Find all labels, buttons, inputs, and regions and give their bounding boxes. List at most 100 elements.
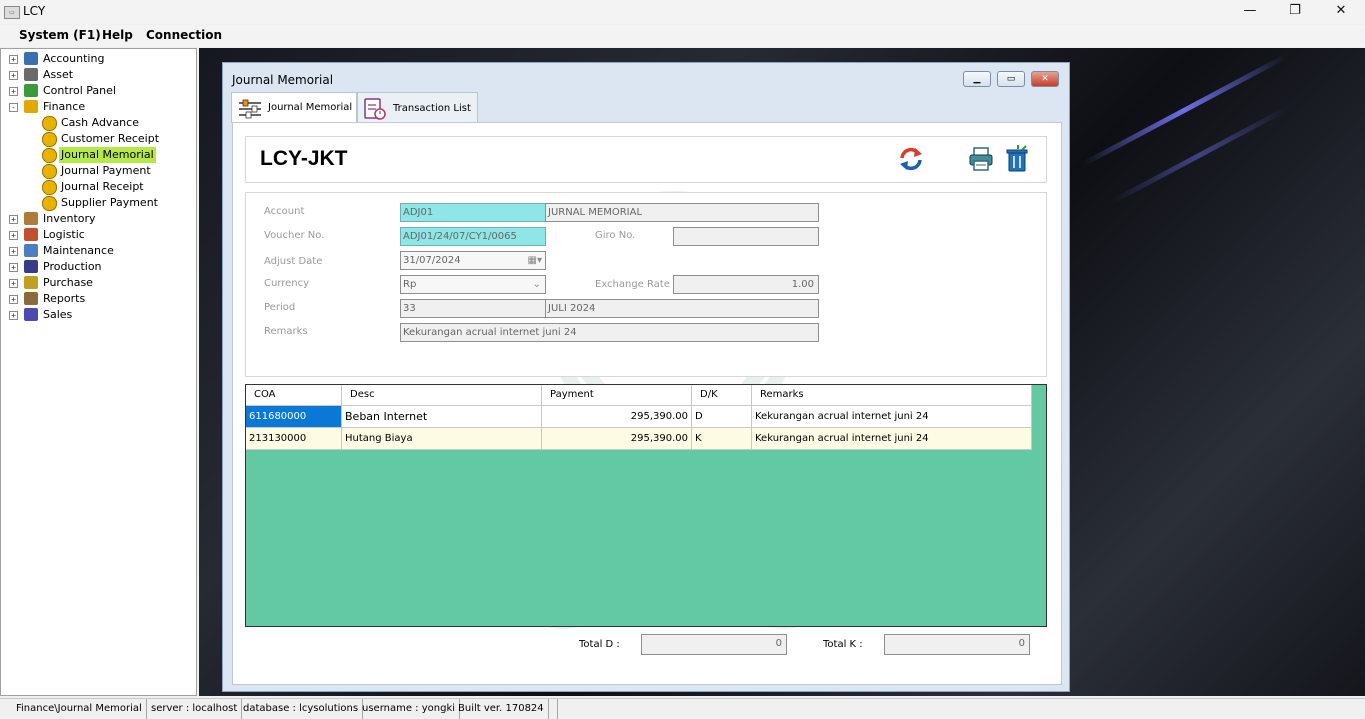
minimize-icon[interactable]: — [1227,0,1273,24]
calendar-dropdown-icon[interactable]: ▦▾ [528,252,542,269]
account-code-field[interactable]: ADJ01 [400,203,546,222]
status-server: server : localhost [147,699,243,719]
expand-icon[interactable]: + [9,295,18,304]
currency-select[interactable]: Rp ⌄ [400,275,546,294]
status-bar: Finance\Journal Memorial server : localh… [0,698,1365,719]
voucher-field[interactable]: ADJ01/24/07/CY1/0065 [400,227,546,246]
expand-icon[interactable]: + [9,87,18,96]
total-k-field: 0 [884,634,1030,655]
inventory-icon [24,212,38,225]
production-icon [24,260,38,273]
chevron-down-icon[interactable]: ⌄ [533,276,541,293]
grid-cell-desc[interactable]: Hutang Biaya [342,428,542,450]
grid-header-payment[interactable]: Payment [542,385,692,406]
tree-item-reports[interactable]: + Reports [1,291,196,307]
expand-icon[interactable]: + [9,55,18,64]
grid-header-coa[interactable]: COA [246,385,342,406]
tree-item-accounting[interactable]: + Accounting [1,51,196,67]
grid-cell-coa[interactable]: 611680000 [246,406,342,428]
customer-receipt-icon [42,132,57,147]
tree-item-label: Cash Advance [61,116,139,129]
expand-icon[interactable]: + [9,263,18,272]
clipboard-clock-icon [364,98,386,120]
collapse-icon[interactable]: - [9,103,18,112]
window-minimize-icon[interactable]: ▁ [963,71,991,87]
tree-item-label: Journal Receipt [61,180,144,193]
tree-item-label: Journal Memorial [59,147,156,163]
status-username: username : yongki [358,699,461,719]
app-title-bar: ▭ LCY — ❐ ✕ [0,0,1365,24]
remarks-field[interactable]: Kekurangan acrual internet juni 24 [400,323,819,342]
grid-cell-remarks[interactable]: Kekurangan acrual internet juni 24 [752,406,1032,428]
expand-icon[interactable]: + [9,279,18,288]
grid-cell-payment[interactable]: 295,390.00 [542,428,692,450]
period-label: Period [264,302,296,313]
supplier-payment-icon [42,196,57,211]
tab-journal-memorial[interactable]: Journal Memorial [231,92,357,123]
tree-item-sales[interactable]: + Sales [1,307,196,323]
tree-item-journal-memorial[interactable]: Journal Memorial [1,147,196,163]
window-close-icon[interactable]: ✕ [1031,71,1059,87]
tab-strip: Journal Memorial Transaction List [231,92,1061,123]
navigation-tree: + Accounting + Asset + Control Panel - Finance C… [0,48,197,696]
menu-connection[interactable]: Connection [146,28,222,42]
settings-sliders-icon [239,99,261,119]
tree-item-supplier-payment[interactable]: Supplier Payment [1,195,196,211]
tree-item-finance[interactable]: - Finance [1,99,196,115]
grid-cell-desc[interactable]: Beban Internet [342,406,542,428]
tree-item-customer-receipt[interactable]: Customer Receipt [1,131,196,147]
app-icon: ▭ [4,6,20,19]
expand-icon[interactable]: + [9,231,18,240]
tab-label: Transaction List [393,103,471,114]
grid-cell-coa[interactable]: 213130000 [246,428,342,450]
grid-header-remarks[interactable]: Remarks [752,385,1032,406]
grid-cell-remarks[interactable]: Kekurangan acrual internet juni 24 [752,428,1032,450]
refresh-icon[interactable] [898,146,924,172]
tree-item-logistic[interactable]: + Logistic [1,227,196,243]
tree-item-label: Customer Receipt [61,132,160,145]
adjust-date-field[interactable]: 31/07/2024 ▦▾ [400,251,546,270]
giro-field[interactable] [673,227,819,246]
grid-cell-payment[interactable]: 295,390.00 [542,406,692,428]
window-restore-icon[interactable]: ▭ [997,71,1025,87]
maximize-icon[interactable]: ❐ [1272,0,1318,24]
expand-icon[interactable]: + [9,247,18,256]
tree-item-cash-advance[interactable]: Cash Advance [1,115,196,131]
journal-payment-icon [42,164,57,179]
menu-help[interactable]: Help [102,28,133,42]
print-icon[interactable] [968,146,994,172]
tree-item-maintenance[interactable]: + Maintenance [1,243,196,259]
tab-transaction-list[interactable]: Transaction List [357,92,478,122]
giro-label: Giro No. [595,230,636,241]
grid-cell-dk[interactable]: K [692,428,752,450]
journal-memorial-icon [42,148,57,163]
period-name-field: JULI 2024 [545,299,819,318]
grid-header-dk[interactable]: D/K [692,385,752,406]
logistic-icon [24,228,38,241]
tree-item-inventory[interactable]: + Inventory [1,211,196,227]
tree-item-production[interactable]: + Production [1,259,196,275]
menu-system[interactable]: System (F1) [19,28,101,42]
tree-item-control-panel[interactable]: + Control Panel [1,83,196,99]
asset-icon [24,68,38,81]
tree-item-label: Asset [43,68,74,81]
expand-icon[interactable]: + [9,71,18,80]
currency-value: Rp [403,279,417,290]
total-k-label: Total K : [823,639,863,650]
close-icon[interactable]: ✕ [1318,0,1364,24]
tree-item-label: Sales [43,308,73,321]
expand-icon[interactable]: + [9,311,18,320]
tree-item-journal-receipt[interactable]: Journal Receipt [1,179,196,195]
tree-item-asset[interactable]: + Asset [1,67,196,83]
header-box: LCY-JKT [245,136,1047,183]
currency-label: Currency [264,278,310,289]
grid-header-desc[interactable]: Desc [342,385,542,406]
tree-item-purchase[interactable]: + Purchase [1,275,196,291]
status-empty [544,699,558,719]
exchange-rate-field[interactable]: 1.00 [673,275,819,294]
tree-item-journal-payment[interactable]: Journal Payment [1,163,196,179]
delete-icon[interactable] [1004,145,1030,173]
expand-icon[interactable]: + [9,215,18,224]
grid-cell-dk[interactable]: D [692,406,752,428]
tree-item-label: Accounting [43,52,105,65]
